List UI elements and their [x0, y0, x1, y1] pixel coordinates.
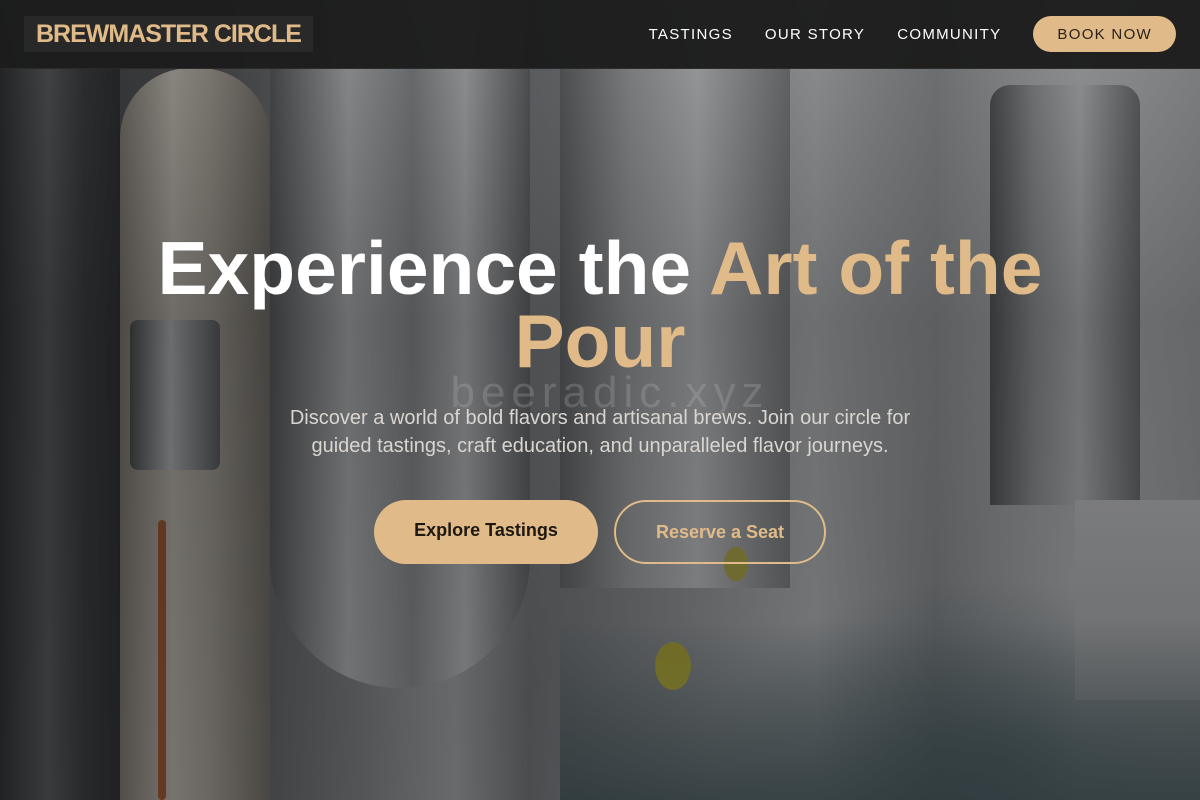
- hero-subtitle: Discover a world of bold flavors and art…: [289, 407, 911, 457]
- reserve-seat-button[interactable]: Reserve a Seat: [614, 500, 826, 564]
- brand-logo[interactable]: BREWMASTER CIRCLE: [24, 16, 313, 52]
- book-now-button[interactable]: BOOK NOW: [1033, 16, 1176, 52]
- nav-link-tastings[interactable]: TASTINGS: [649, 26, 733, 43]
- headline-main-text: Experience the: [157, 226, 710, 310]
- nav-link-community[interactable]: COMMUNITY: [897, 26, 1001, 43]
- explore-tastings-button[interactable]: Explore Tastings: [374, 500, 598, 564]
- hero-cta-group: Explore Tastings Reserve a Seat: [0, 500, 1200, 564]
- hero-section: beeradic.xyz Experience the Art of the P…: [0, 68, 1200, 800]
- hero-headline: Experience the Art of the Pour: [150, 231, 1050, 379]
- top-navbar: BREWMASTER CIRCLE TASTINGS OUR STORY COM…: [0, 0, 1200, 69]
- landing-page: BREWMASTER CIRCLE TASTINGS OUR STORY COM…: [0, 0, 1200, 800]
- nav-links: TASTINGS OUR STORY COMMUNITY BOOK NOW: [649, 16, 1176, 52]
- nav-link-our-story[interactable]: OUR STORY: [765, 26, 865, 43]
